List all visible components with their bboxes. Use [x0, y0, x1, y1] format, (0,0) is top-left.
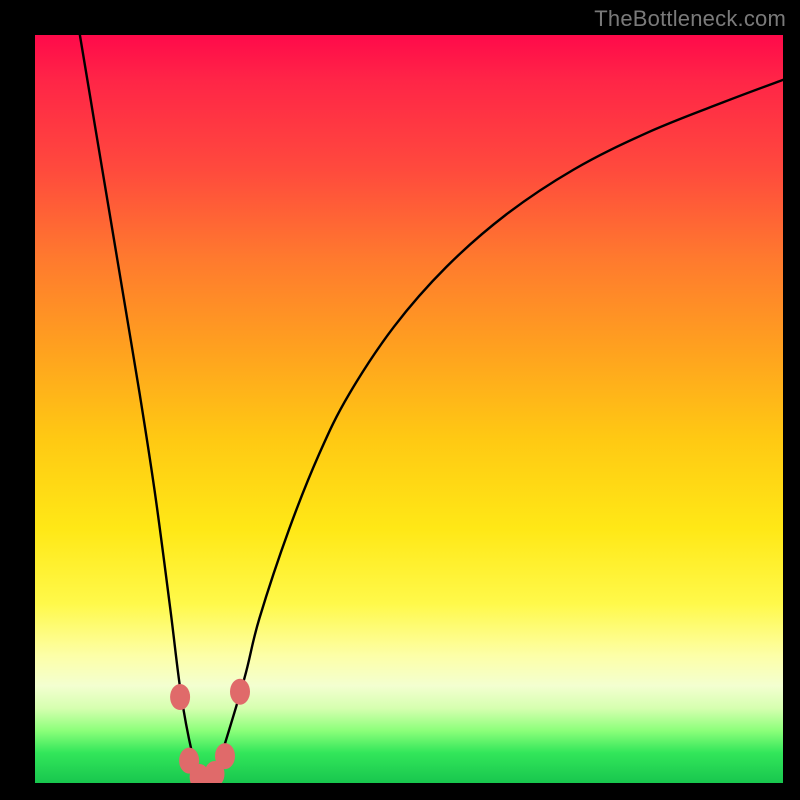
curve-marker	[230, 679, 250, 705]
curve-marker	[215, 743, 235, 769]
plot-area	[35, 35, 783, 783]
chart-frame: TheBottleneck.com	[0, 0, 800, 800]
curve-line	[80, 35, 783, 780]
watermark-text: TheBottleneck.com	[594, 6, 786, 32]
curve-markers	[170, 679, 250, 783]
bottleneck-curve	[35, 35, 783, 783]
curve-marker	[170, 684, 190, 710]
